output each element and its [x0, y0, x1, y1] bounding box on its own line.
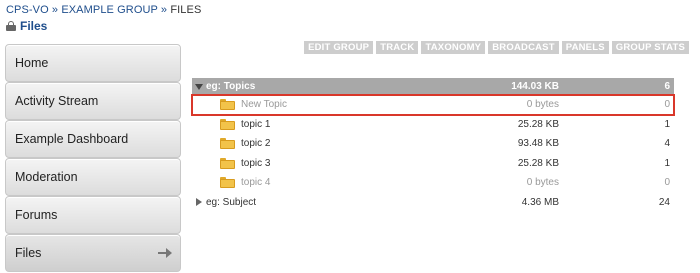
folder-icon	[220, 177, 235, 189]
folder-size: 25.28 KB	[517, 118, 559, 130]
expand-triangle-icon[interactable]	[196, 198, 202, 207]
group-size: 4.36 MB	[521, 196, 559, 208]
track-button[interactable]: TRACK	[376, 41, 419, 54]
folder-icon	[220, 118, 235, 130]
sidebar-item-example-dashboard[interactable]: Example Dashboard	[5, 120, 181, 158]
lock-icon	[6, 21, 16, 31]
folder-count: 4	[664, 138, 670, 150]
taxonomy-button[interactable]: TAXONOMY	[421, 41, 486, 54]
breadcrumb-root-link[interactable]: CPS-VO	[6, 4, 49, 16]
sidebar-item-label: Home	[15, 56, 49, 70]
table-row[interactable]: New Topic 0 bytes 0	[191, 94, 675, 116]
folder-size: 0 bytes	[526, 99, 559, 111]
page-title-text: Files	[20, 19, 48, 33]
folder-count: 0	[664, 177, 670, 189]
folder-name[interactable]: topic 2	[241, 138, 270, 149]
table-row[interactable]: topic 3 25.28 KB 1	[192, 154, 674, 174]
page-title: Files	[6, 19, 47, 33]
file-group-row[interactable]: eg: Topics 144.03 KB 6	[192, 78, 674, 95]
folder-name[interactable]: topic 3	[241, 158, 270, 169]
breadcrumb-separator: »	[157, 4, 171, 16]
folder-size: 93.48 KB	[517, 138, 559, 150]
sidebar-item-moderation[interactable]: Moderation	[5, 158, 181, 196]
sidebar-item-label: Example Dashboard	[15, 132, 129, 146]
arrow-right-icon	[158, 248, 172, 258]
folder-count: 1	[664, 118, 670, 130]
file-table: eg: Topics 144.03 KB 6 New Topic 0 bytes…	[191, 78, 675, 213]
sidebar: Home Activity Stream Example Dashboard M…	[5, 44, 181, 272]
group-size: 144.03 KB	[511, 81, 559, 92]
group-count: 24	[658, 196, 670, 208]
folder-count: 1	[664, 157, 670, 169]
sidebar-item-label: Forums	[15, 208, 58, 222]
group-count: 6	[664, 81, 670, 92]
folder-name[interactable]: topic 4	[241, 177, 270, 188]
group-name: eg: Subject	[206, 196, 257, 208]
folder-size: 25.28 KB	[517, 157, 559, 169]
table-row[interactable]: topic 1 25.28 KB 1	[192, 115, 674, 135]
sidebar-item-files[interactable]: Files	[5, 234, 181, 272]
folder-name[interactable]: topic 1	[241, 119, 270, 130]
group-name: eg: Topics	[206, 81, 256, 92]
folder-icon	[220, 157, 235, 169]
breadcrumb: CPS-VO » EXAMPLE GROUP » FILES	[6, 4, 201, 16]
group-toolbar: EDIT GROUP TRACK TAXONOMY BROADCAST PANE…	[304, 41, 689, 54]
table-row[interactable]: topic 4 0 bytes 0	[192, 173, 674, 193]
table-row[interactable]: topic 2 93.48 KB 4	[192, 134, 674, 154]
sidebar-item-label: Files	[15, 246, 42, 260]
group-stats-button[interactable]: GROUP STATS	[611, 41, 689, 54]
collapse-triangle-icon[interactable]	[195, 83, 203, 90]
folder-icon	[220, 99, 235, 111]
breadcrumb-current: FILES	[170, 4, 202, 16]
sidebar-item-activity-stream[interactable]: Activity Stream	[5, 82, 181, 120]
panels-button[interactable]: PANELS	[561, 41, 609, 54]
file-group-row[interactable]: eg: Subject 4.36 MB 24	[192, 193, 674, 213]
sidebar-item-forums[interactable]: Forums	[5, 196, 181, 234]
folder-count: 0	[664, 99, 670, 111]
breadcrumb-separator: »	[48, 4, 62, 16]
sidebar-item-label: Activity Stream	[15, 94, 99, 108]
folder-size: 0 bytes	[526, 177, 559, 189]
edit-group-button[interactable]: EDIT GROUP	[304, 41, 374, 54]
folder-icon	[220, 138, 235, 150]
broadcast-button[interactable]: BROADCAST	[488, 41, 559, 54]
sidebar-item-home[interactable]: Home	[5, 44, 181, 82]
breadcrumb-group-link[interactable]: EXAMPLE GROUP	[61, 4, 157, 16]
sidebar-item-label: Moderation	[15, 170, 78, 184]
folder-name[interactable]: New Topic	[241, 99, 287, 110]
